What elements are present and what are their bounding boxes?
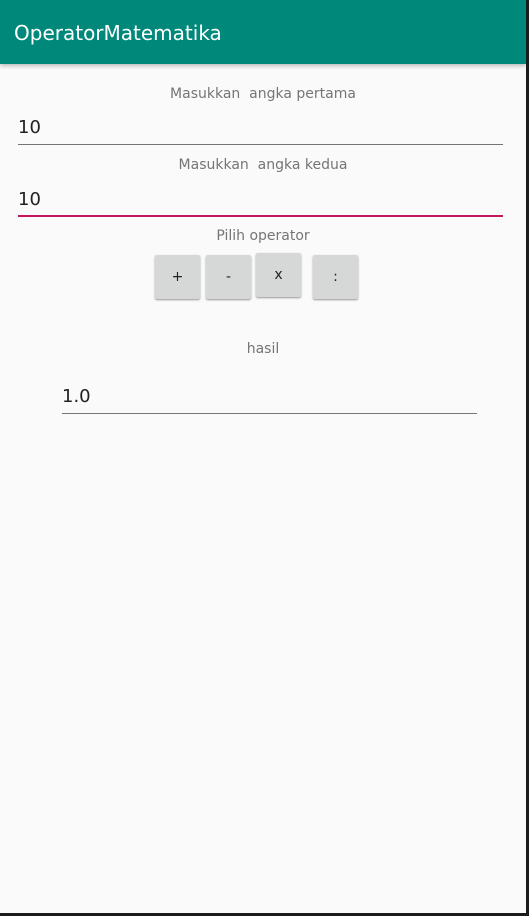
multiply-button[interactable]: x [256,253,301,297]
first-number-field[interactable]: 10 [18,112,503,145]
result-value: 1.0 [62,386,91,407]
result-field[interactable]: 1.0 [62,380,477,414]
app-title: OperatorMatematika [14,21,222,45]
first-number-label: Masukkan angka pertama [170,86,356,102]
add-button[interactable]: + [155,255,200,299]
first-number-underline [18,144,503,145]
divide-button[interactable]: : [313,255,358,299]
app-bar: OperatorMatematika [0,0,526,64]
second-number-field[interactable]: 10 [18,184,503,217]
app-screen: OperatorMatematika Masukkan angka pertam… [0,0,526,913]
second-number-value: 10 [18,189,41,210]
subtract-button[interactable]: - [206,255,251,299]
result-label: hasil [246,341,280,357]
operator-label: Pilih operator [216,228,310,244]
second-number-underline [18,215,503,217]
second-number-label: Masukkan angka kedua [178,157,348,173]
result-underline [62,413,477,414]
first-number-value: 10 [18,117,41,138]
